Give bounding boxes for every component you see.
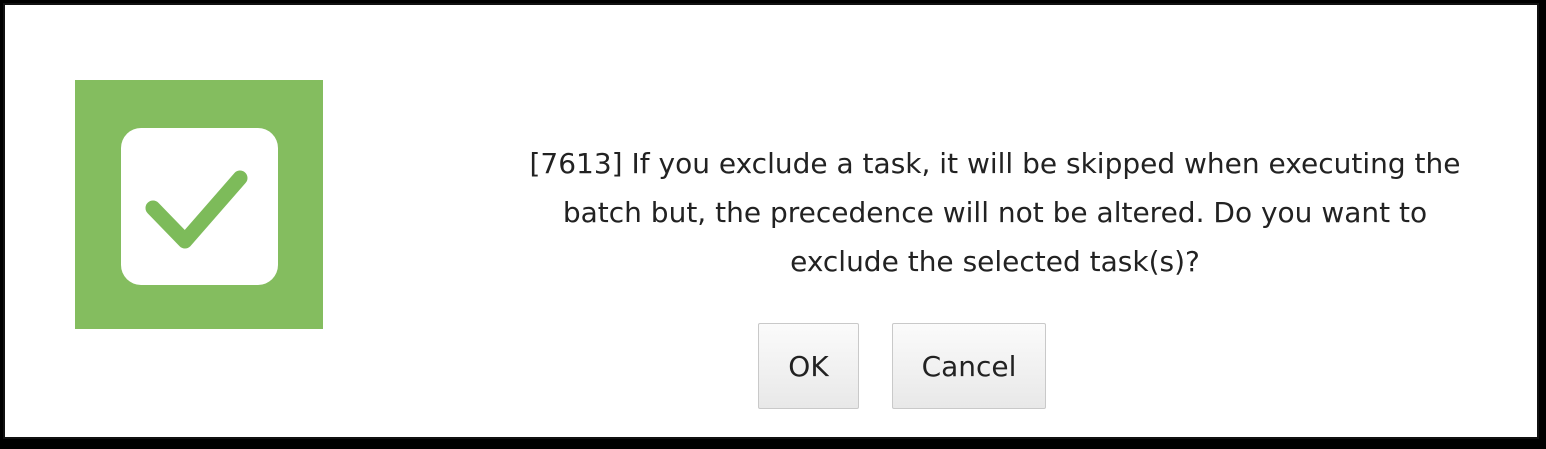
ok-button[interactable]: OK <box>758 323 859 409</box>
message-line: exclude the selected task(s)? <box>790 245 1200 278</box>
success-icon-tile <box>75 80 323 329</box>
icon-inner-tile <box>121 128 278 285</box>
message-line: batch but, the precedence will not be al… <box>562 196 1428 229</box>
cancel-button[interactable]: Cancel <box>892 323 1046 409</box>
dialog-message: [7613] If you exclude a task, it will be… <box>445 139 1545 286</box>
confirmation-dialog: [7613] If you exclude a task, it will be… <box>3 3 1539 439</box>
message-line: [7613] If you exclude a task, it will be… <box>529 147 1461 180</box>
check-icon <box>75 80 323 329</box>
